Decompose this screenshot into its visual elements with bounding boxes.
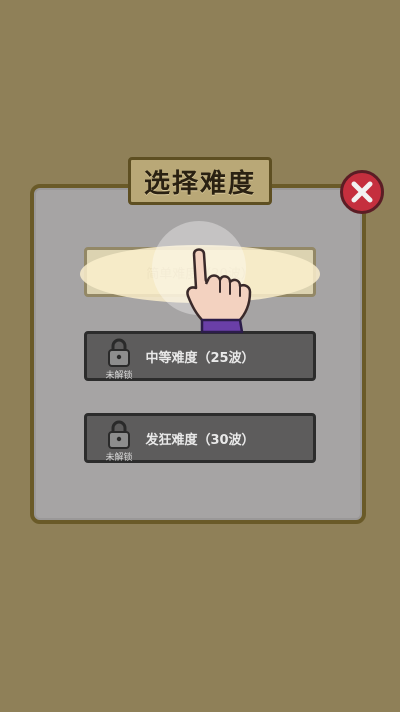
medium-difficulty-button[interactable]: 未解锁 中等难度（25波） <box>84 331 316 381</box>
hard-difficulty-button[interactable]: 未解锁 发狂难度（30波） <box>84 413 316 463</box>
medium-difficulty-label: 中等难度（25波） <box>145 350 255 366</box>
easy-difficulty-label: 简单难度（20波） <box>146 266 254 282</box>
hard-difficulty-label: 发狂难度（30波） <box>145 432 255 448</box>
close-button[interactable] <box>340 170 384 214</box>
panel-title-text: 选择难度 <box>143 168 256 199</box>
close-icon <box>351 181 373 203</box>
easy-difficulty-button[interactable]: 简单难度（20波） <box>84 247 316 297</box>
panel-title: 选择难度 <box>128 157 272 205</box>
